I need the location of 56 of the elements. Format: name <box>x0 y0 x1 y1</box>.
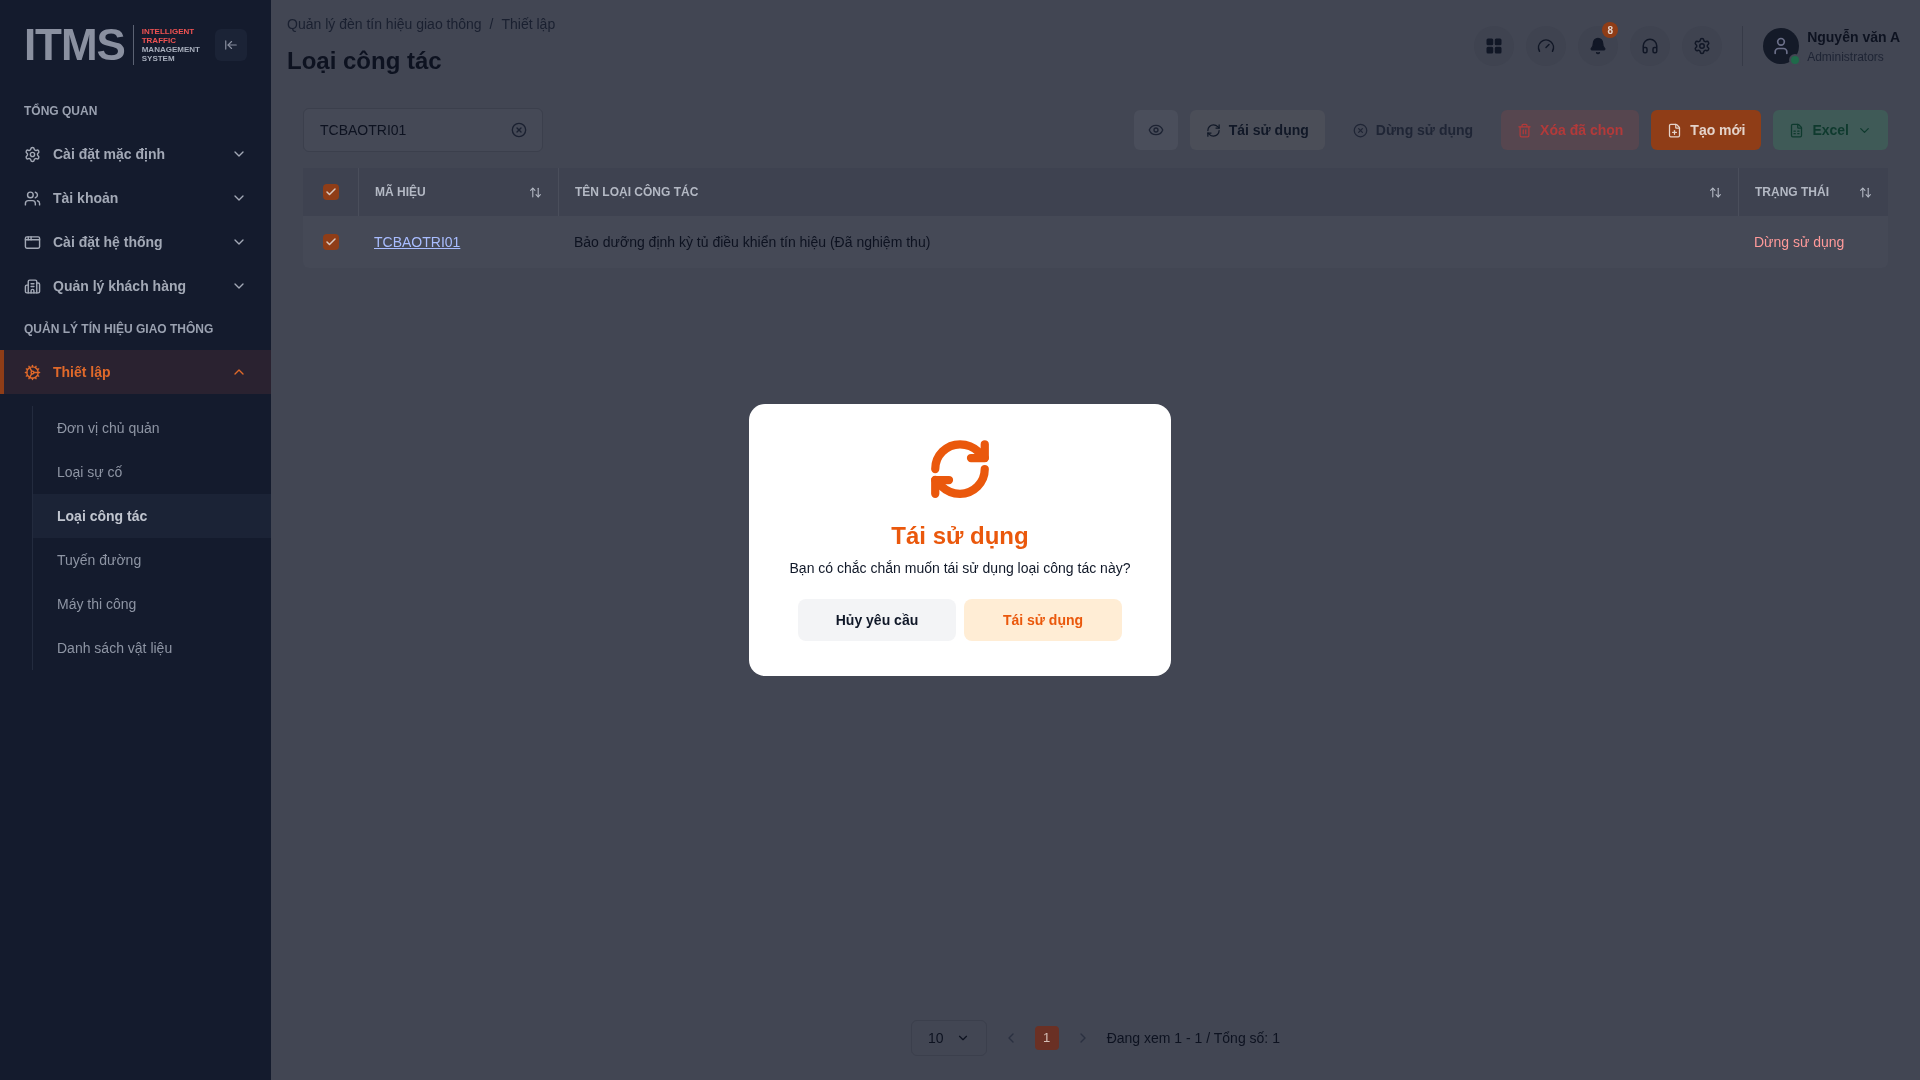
gear-icon <box>24 145 41 163</box>
spreadsheet-icon <box>1789 122 1805 138</box>
trash-icon <box>1517 122 1533 138</box>
gauge-icon <box>1537 37 1556 55</box>
notification-badge: 8 <box>1602 22 1619 38</box>
submenu-item[interactable]: Loại sự cố <box>33 450 271 494</box>
refresh-icon <box>1205 122 1221 138</box>
logo: ITMS INTELLIGENT TRAFFIC MANAGEMENT SYSTEM <box>24 23 200 67</box>
sort-icon[interactable] <box>1709 185 1722 199</box>
submenu-item[interactable]: Danh sách vật liệu <box>33 626 271 670</box>
building-icon <box>24 277 41 295</box>
sidebar-item[interactable]: Thiết lập <box>0 350 271 394</box>
dialog-title: Tái sử dụng <box>891 521 1029 551</box>
code-link[interactable]: TCBAOTRI01 <box>374 233 461 250</box>
gear-icon <box>24 363 41 381</box>
bell-icon <box>1589 37 1608 55</box>
column-header: MÃ HIỆU <box>358 168 558 216</box>
create-button[interactable]: Tạo mới <box>1651 110 1762 150</box>
dialog-message: Bạn có chắc chắn muốn tái sử dụng loại công tác này? <box>789 559 1131 578</box>
section-heading: TỔNG QUAN <box>23 102 99 120</box>
section-heading: QUẢN LÝ TÍN HIỆU GIAO THÔNG <box>23 320 215 338</box>
sort-icon[interactable] <box>1859 185 1872 199</box>
clear-icon[interactable] <box>511 122 527 138</box>
sidebar-item[interactable]: Tài khoản <box>0 176 271 220</box>
submenu-item[interactable]: Tuyến đường <box>33 538 271 582</box>
circle-x-icon <box>1352 122 1368 138</box>
view-button[interactable] <box>1133 110 1178 150</box>
window-icon <box>24 233 41 251</box>
sidebar-item[interactable]: Cài đặt hệ thống <box>0 220 271 264</box>
column-header: TÊN LOẠI CÔNG TÁC <box>558 168 1738 216</box>
breadcrumb-separator: / <box>489 14 494 34</box>
submenu-item[interactable]: Đơn vị chủ quản <box>33 406 271 450</box>
settings-icon <box>1693 37 1712 55</box>
sidebar-item[interactable]: Cài đặt mặc định <box>0 132 271 176</box>
apps-icon <box>1485 37 1504 55</box>
table-cell-text: Bảo dưỡng định kỳ tủ điều khiển tín hiệu (Đã nghiệm thu) <box>573 232 932 252</box>
checkbox[interactable] <box>322 234 339 250</box>
check-icon <box>324 186 337 198</box>
sidebar-item[interactable]: Quản lý khách hàng <box>0 264 271 308</box>
page-button[interactable]: 1 <box>1034 1026 1059 1050</box>
confirm-button[interactable]: Tái sử dụng <box>964 599 1122 641</box>
eye-icon <box>1147 122 1164 138</box>
cancel-button[interactable]: Hủy yêu cầu <box>798 599 956 641</box>
headset-icon <box>1641 37 1660 55</box>
submenu-item[interactable]: Loại công tác <box>33 494 271 538</box>
column-header: TRẠNG THÁI <box>1738 168 1888 216</box>
users-icon <box>24 189 41 207</box>
file-plus-icon <box>1667 122 1683 138</box>
collapse-icon <box>224 38 238 52</box>
status-text: Dừng sử dụng <box>1753 232 1846 252</box>
submenu-item[interactable]: Máy thi công <box>33 582 271 626</box>
checkbox[interactable] <box>322 184 339 200</box>
check-icon <box>324 236 337 248</box>
sort-icon[interactable] <box>529 185 542 199</box>
avatar <box>1763 28 1800 64</box>
collapse-sidebar-button[interactable] <box>215 29 247 61</box>
